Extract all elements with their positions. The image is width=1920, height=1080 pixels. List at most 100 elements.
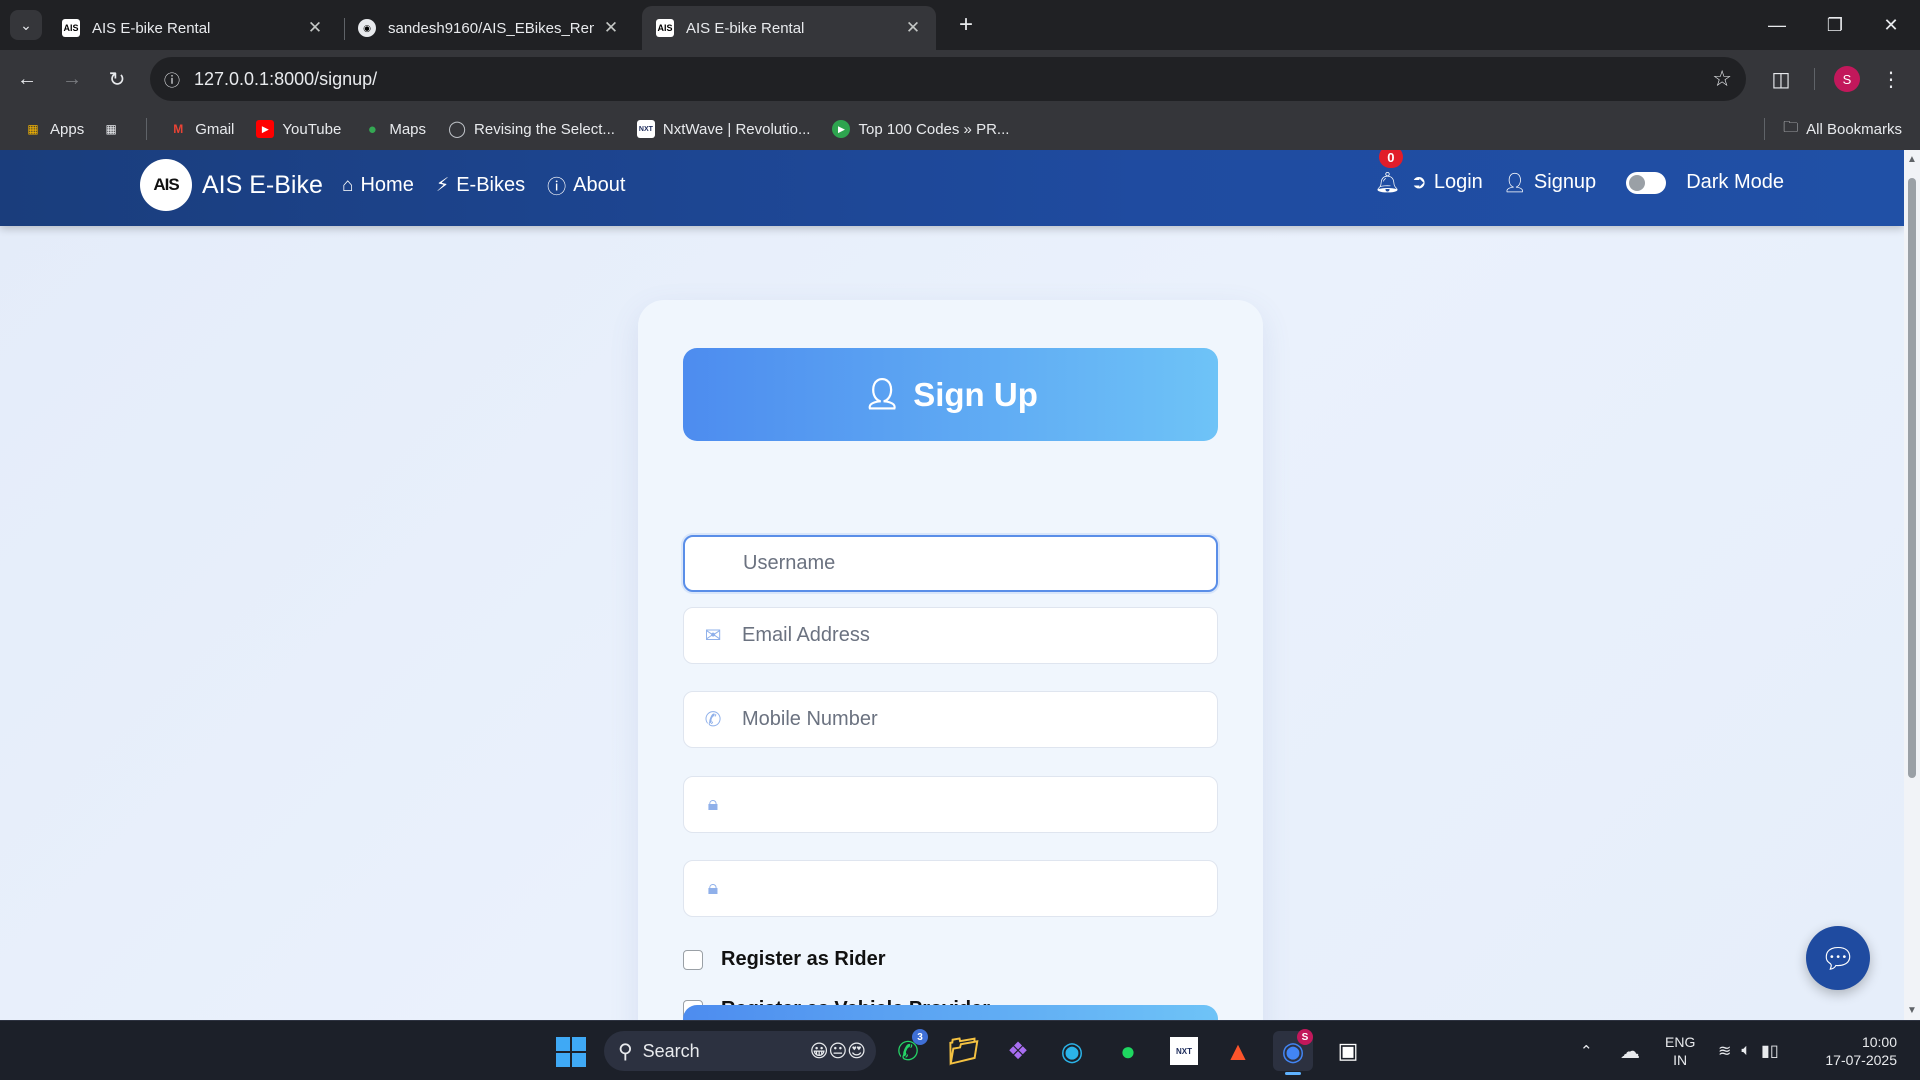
close-icon[interactable]: ✕ [904, 18, 922, 38]
start-button[interactable] [556, 1037, 586, 1067]
chat-bubbles-icon: 💬︎ [1820, 942, 1856, 974]
url-text[interactable]: 127.0.0.1:8000/signup/ [194, 69, 377, 90]
signup-link[interactable]: 👤︎ Signup [1503, 171, 1596, 195]
close-icon[interactable]: ✕ [306, 18, 324, 38]
nav-label: About [573, 174, 626, 196]
emoji-icon: 😀😐😍 [809, 1040, 866, 1061]
language-code: ENG [1665, 1034, 1696, 1050]
scroll-up-icon[interactable]: ▲ [1904, 154, 1920, 165]
minimize-button[interactable]: — [1748, 0, 1806, 50]
profile-button[interactable]: S [1830, 62, 1864, 96]
login-link[interactable]: ➲ Login [1411, 171, 1483, 194]
bookmark-revising-select[interactable]: ◯ Revising the Select... [448, 120, 615, 139]
brand-link[interactable]: AIS AIS E-Bike [140, 159, 323, 211]
dark-mode-toggle[interactable] [1626, 171, 1667, 194]
forward-button[interactable]: → [55, 62, 89, 96]
browser-tab-2[interactable]: ◉ sandesh9160/AIS_EBikes_Rental ✕ [344, 6, 634, 50]
mobile-input[interactable] [742, 708, 1192, 731]
signup-card: 👤︎ Sign Up ✉ ✆ 🔒︎ 🔒︎ Register as Rider [638, 300, 1263, 1020]
browser-menu-button[interactable]: ⋮ [1876, 62, 1906, 96]
browser-tab-3-active[interactable]: AIS AIS E-bike Rental ✕ [642, 6, 936, 50]
taskbar-search[interactable]: ⚲ Search 😀😐😍 [604, 1031, 876, 1071]
terminal-app[interactable]: ▣ [1328, 1031, 1368, 1071]
reload-button[interactable]: ↻ [100, 62, 134, 96]
bookmark-top-100-codes[interactable]: ▶ Top 100 Codes » PR... [832, 120, 1009, 138]
toolbar-divider [1814, 68, 1815, 90]
whatsapp-app[interactable]: ✆ 3 [888, 1029, 928, 1071]
bookmark-apps[interactable]: ▦ Apps [24, 120, 84, 138]
system-clock[interactable]: 10:00 17-07-2025 [1815, 1033, 1897, 1069]
plus-icon: + [958, 11, 973, 38]
scroll-down-icon[interactable]: ▼ [1904, 1005, 1920, 1016]
new-tab-button[interactable]: + [950, 10, 982, 40]
youtube-icon: ▶ [256, 120, 275, 138]
register-rider-option[interactable]: Register as Rider [683, 948, 886, 971]
language-indicator[interactable]: ENG IN [1665, 1033, 1695, 1069]
close-icon[interactable]: ✕ [602, 18, 620, 38]
notification-badge: 0 [1378, 150, 1403, 168]
notifications-button[interactable]: 🔔︎ 0 [1375, 150, 1403, 195]
browser-tab-1[interactable]: AIS AIS E-bike Rental ✕ [48, 6, 338, 50]
file-explorer-app[interactable]: 📁︎ [944, 1031, 984, 1071]
brave-app[interactable]: ▲ [1218, 1031, 1258, 1071]
password-input[interactable] [742, 793, 1192, 816]
chevron-down-icon: ⌄ [20, 16, 32, 33]
back-button[interactable]: ← [10, 62, 44, 96]
nxtwave-app[interactable]: NXT [1164, 1031, 1204, 1071]
email-input[interactable] [742, 624, 1192, 647]
lock-icon: 🔒︎ [707, 793, 719, 815]
tab-search-button[interactable]: ⌄ [10, 10, 42, 40]
all-bookmarks-button[interactable]: 🗀 All Bookmarks [1764, 117, 1902, 142]
onedrive-tray[interactable]: ☁ [1620, 1021, 1640, 1080]
mobile-field[interactable]: ✆ [683, 691, 1218, 748]
bookmark-label: Maps [389, 120, 427, 138]
bookmark-maps[interactable]: ● Maps [363, 120, 426, 138]
nav-home[interactable]: ⌂ Home [342, 174, 414, 197]
email-field[interactable]: ✉ [683, 607, 1218, 664]
spotify-app[interactable]: ● [1108, 1031, 1148, 1071]
copilot-app[interactable]: ❖ [998, 1031, 1038, 1071]
cube-icon: ▣ [1337, 1038, 1359, 1063]
site-info-icon[interactable]: ⓘ [150, 67, 194, 91]
extensions-button[interactable]: ◫ [1764, 62, 1798, 96]
brave-icon: ▲ [1225, 1035, 1251, 1066]
avatar: S [1834, 66, 1860, 92]
confirm-password-field[interactable]: 🔒︎ [683, 860, 1218, 917]
restore-button[interactable]: ❐ [1806, 0, 1864, 50]
chrome-app[interactable]: ◉ S [1273, 1029, 1313, 1075]
bookmark-youtube[interactable]: ▶ YouTube [256, 120, 341, 138]
edge-app[interactable]: ◉ [1052, 1031, 1092, 1071]
windows-taskbar: ⚲ Search 😀😐😍 ✆ 3 📁︎ ❖ ◉ ● NXT ▲ ◉ S ▣ ⌃ … [0, 1020, 1920, 1080]
username-field[interactable] [683, 535, 1218, 592]
brand-name: AIS E-Bike [202, 170, 323, 199]
confirm-password-input[interactable] [742, 877, 1192, 900]
page-scrollbar[interactable]: ▲ ▼ [1904, 150, 1920, 1020]
chat-button[interactable]: 💬︎ [1806, 926, 1870, 990]
signup-submit-button[interactable] [683, 1005, 1218, 1020]
more-vert-icon: ⋮ [1881, 68, 1901, 91]
password-field[interactable]: 🔒︎ [683, 776, 1218, 833]
close-window-button[interactable]: ✕ [1862, 0, 1920, 50]
nav-ebikes[interactable]: ⚡︎ E-Bikes [436, 174, 525, 197]
address-bar[interactable]: ⓘ 127.0.0.1:8000/signup/ ☆ [150, 57, 1746, 101]
lock-icon: 🔒︎ [707, 877, 719, 899]
clock-date: 17-07-2025 [1825, 1052, 1897, 1068]
nav-about[interactable]: ⓘ About [547, 172, 625, 199]
show-hidden-icons[interactable]: ⌃ [1580, 1021, 1593, 1080]
browser-toolbar: ← → ↻ ⓘ 127.0.0.1:8000/signup/ ☆ ◫ S ⋮ [0, 50, 1920, 108]
tab-groups-button[interactable]: ▦ [102, 120, 128, 138]
puzzle-icon: ◫ [1771, 68, 1791, 91]
bookmark-label: Revising the Select... [474, 120, 615, 138]
info-icon: ⓘ [547, 177, 567, 198]
register-rider-checkbox[interactable] [683, 949, 703, 970]
bookmark-nxtwave[interactable]: NXT NxtWave | Revolutio... [636, 120, 810, 138]
username-input[interactable] [743, 552, 1193, 575]
tab-title: AIS E-bike Rental [686, 19, 805, 37]
nav-label: E-Bikes [456, 174, 526, 196]
quick-settings[interactable]: ≋ 🔈︎ ▮▯ [1718, 1021, 1779, 1080]
bookmark-gmail[interactable]: M Gmail [169, 120, 234, 138]
bookmark-star-icon[interactable]: ☆ [1712, 66, 1732, 92]
browser-tab-strip: ⌄ AIS AIS E-bike Rental ✕ ◉ sandesh9160/… [0, 0, 1920, 50]
wifi-icon: ≋ [1718, 1043, 1732, 1060]
scrollbar-thumb[interactable] [1908, 178, 1916, 778]
